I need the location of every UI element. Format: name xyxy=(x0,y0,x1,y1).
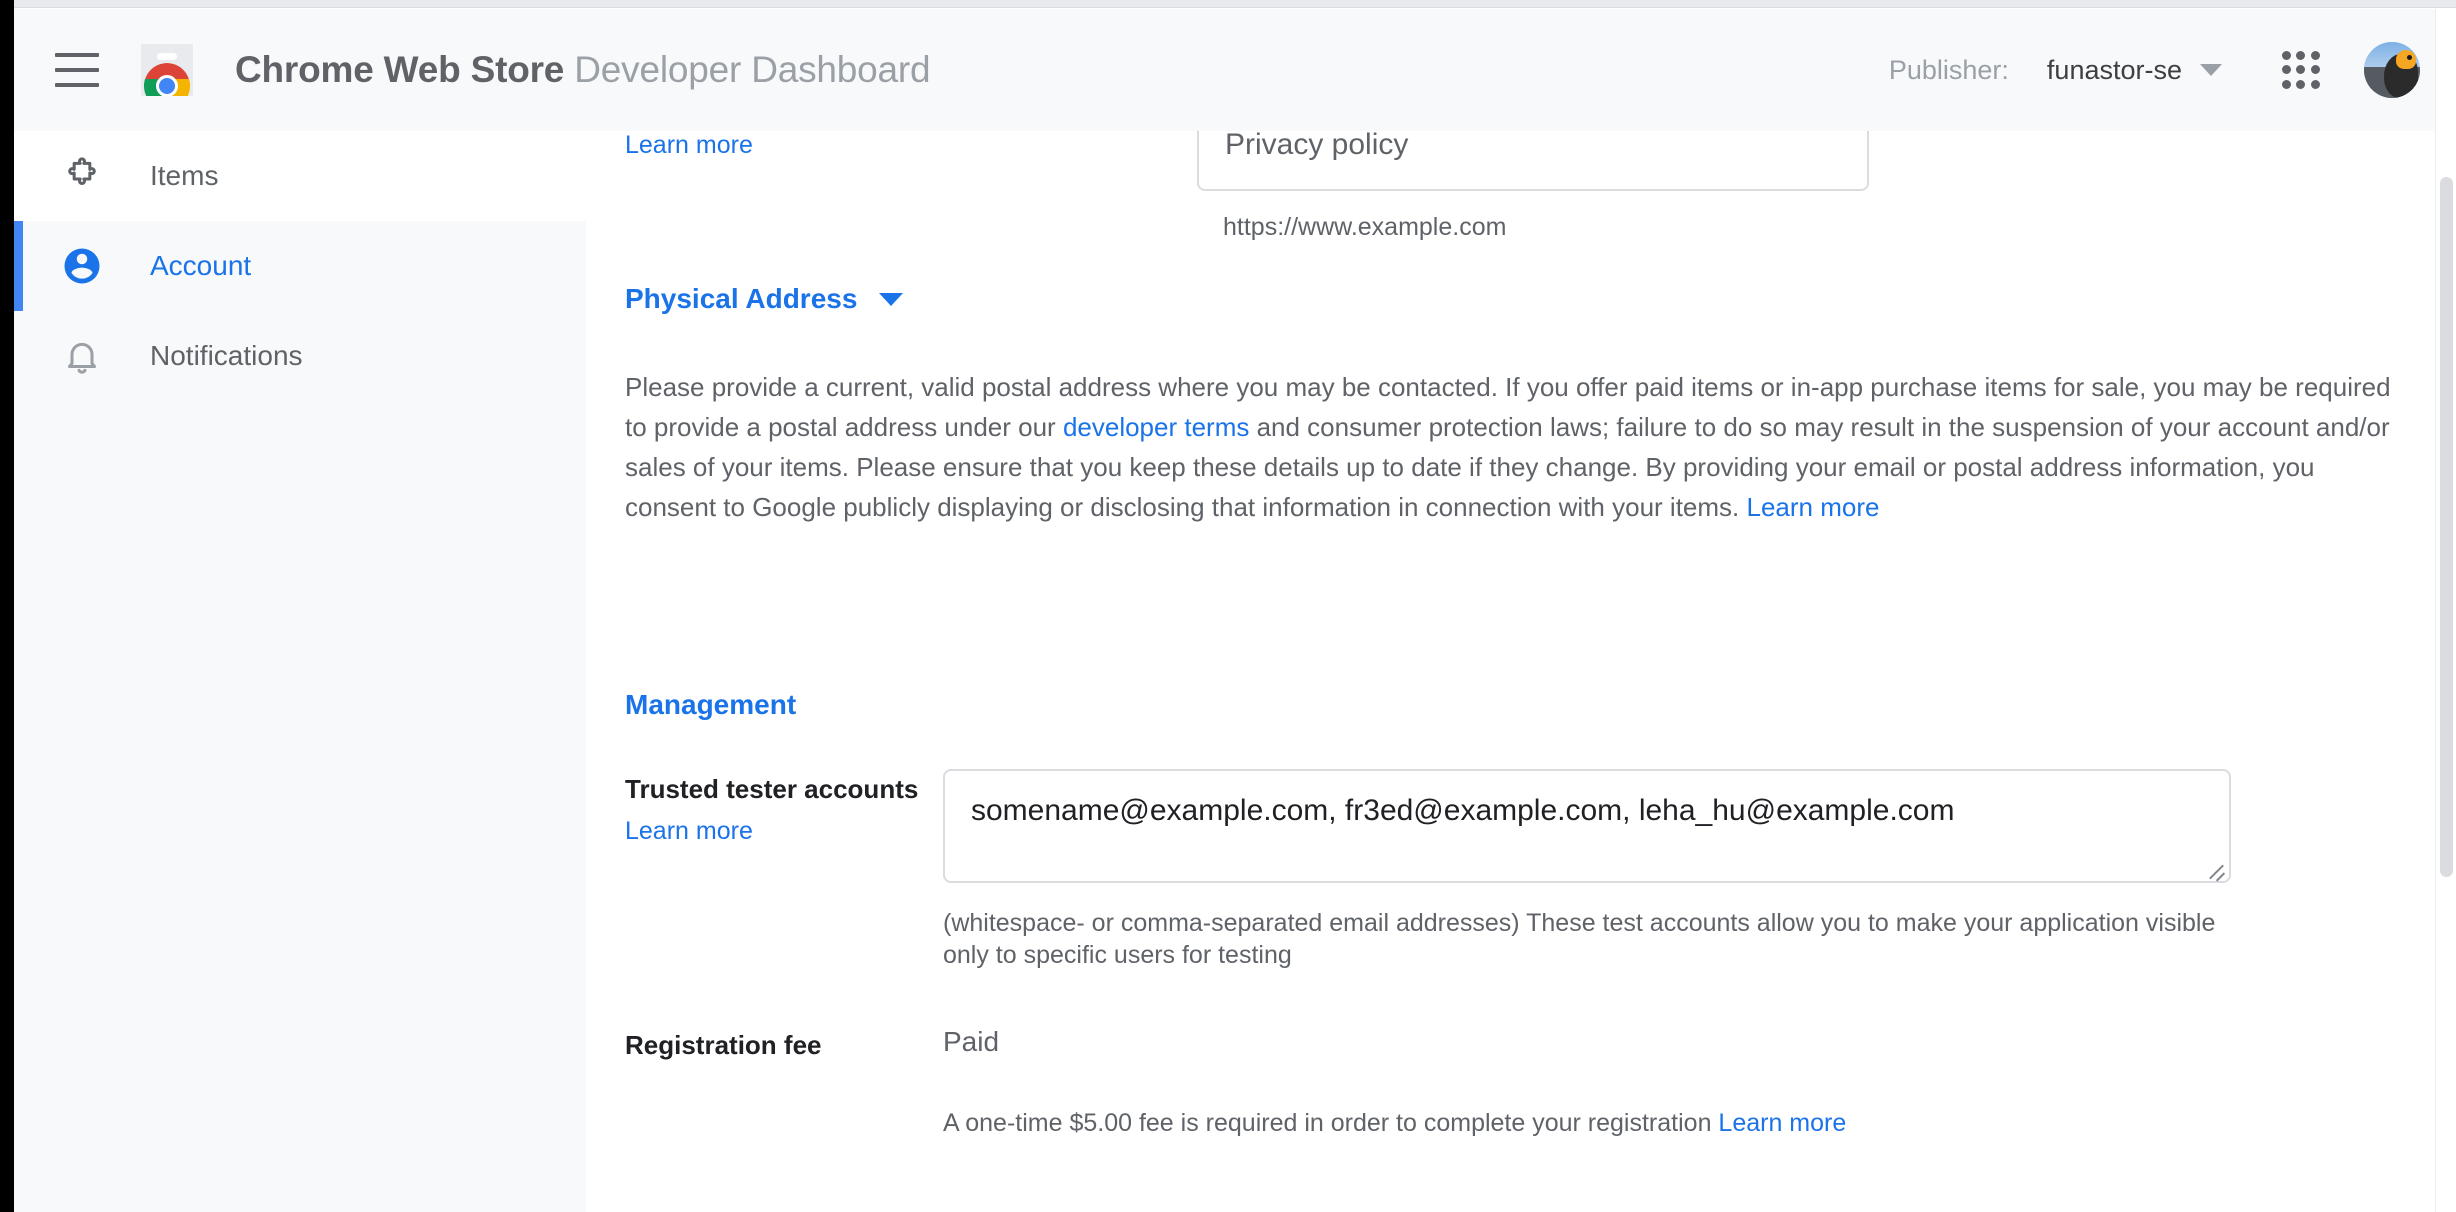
privacy-policy-hint: https://www.example.com xyxy=(1223,213,1507,241)
trusted-tester-label-col: Trusted tester accounts Learn more xyxy=(625,769,943,846)
publisher-label: Publisher: xyxy=(1888,54,2009,85)
sidebar-item-account-label: Account xyxy=(150,250,252,281)
physical-address-paragraph: Please provide a current, valid postal a… xyxy=(625,367,2408,527)
physical-address-heading-toggle[interactable]: Physical Address xyxy=(625,283,2408,315)
registration-fee-value: Paid xyxy=(943,1026,1000,1057)
developer-terms-link[interactable]: developer terms xyxy=(1063,412,1249,442)
hamburger-menu-icon[interactable] xyxy=(55,53,99,87)
puzzle-piece-icon xyxy=(60,154,104,198)
registration-fee-field-col: Paid A one-time $5.00 fee is required in… xyxy=(943,1025,2415,1139)
chevron-down-icon xyxy=(879,292,904,306)
sidebar-item-items-label: Items xyxy=(150,160,219,191)
page-scrollbar[interactable] xyxy=(2435,9,2456,1212)
publisher-selected-value: funastor-se xyxy=(2046,54,2182,85)
sidebar-navigation: Items Account Notifications xyxy=(14,131,586,1212)
privacy-policy-learn-more-link[interactable]: Learn more xyxy=(625,131,753,160)
trusted-tester-field-col: somename@example.com, fr3ed@example.com,… xyxy=(943,769,2415,971)
user-avatar[interactable] xyxy=(2364,42,2420,98)
trusted-tester-label: Trusted tester accounts xyxy=(625,774,919,804)
sidebar-item-items[interactable]: Items xyxy=(14,131,586,221)
physical-address-heading-label: Physical Address xyxy=(625,283,858,314)
page-title-subtitle: Developer Dashboard xyxy=(574,49,931,90)
sidebar-item-notifications-label: Notifications xyxy=(150,340,303,371)
background-window-left-edge xyxy=(0,0,14,1212)
sidebar-item-notifications[interactable]: Notifications xyxy=(14,311,586,401)
trusted-tester-helper-text: (whitespace- or comma-separated email ad… xyxy=(943,909,2216,969)
publisher-dropdown[interactable]: funastor-se xyxy=(2047,55,2222,86)
management-section: Management xyxy=(625,689,796,721)
management-heading-label: Management xyxy=(625,689,797,720)
developer-dashboard-window: https://www.example.com Learn more Physi… xyxy=(14,9,2456,1212)
page-title: Chrome Web Store Developer Dashboard xyxy=(235,48,931,92)
main-content-area: https://www.example.com Learn more Physi… xyxy=(586,9,2456,1212)
physical-address-section: Physical Address Please provide a curren… xyxy=(625,283,2408,527)
background-window-top-edge xyxy=(0,0,2456,8)
app-root: https://www.example.com Learn more Physi… xyxy=(0,0,2456,1212)
registration-fee-note-text: A one-time $5.00 fee is required in orde… xyxy=(943,1109,1719,1137)
bell-icon xyxy=(60,334,104,378)
account-circle-icon xyxy=(60,244,104,288)
physical-address-learn-more-link[interactable]: Learn more xyxy=(1746,492,1879,522)
registration-fee-label-col: Registration fee xyxy=(625,1025,943,1061)
page-scrollbar-thumb[interactable] xyxy=(2440,177,2453,877)
trusted-tester-textarea-wrap: somename@example.com, fr3ed@example.com,… xyxy=(943,769,2231,883)
chrome-web-store-logo xyxy=(141,44,193,96)
management-heading[interactable]: Management xyxy=(625,689,796,721)
sidebar-item-account[interactable]: Account xyxy=(14,221,586,311)
trusted-tester-learn-more-link[interactable]: Learn more xyxy=(625,817,753,846)
chevron-down-icon xyxy=(2200,64,2222,76)
registration-fee-label: Registration fee xyxy=(625,1030,822,1060)
trusted-tester-textarea[interactable]: somename@example.com, fr3ed@example.com,… xyxy=(943,769,2231,883)
google-apps-grid-icon[interactable] xyxy=(2282,51,2320,89)
header-actions: Publisher: funastor-se xyxy=(1889,42,2456,98)
page-title-brand: Chrome Web Store xyxy=(235,49,565,90)
registration-fee-note: A one-time $5.00 fee is required in orde… xyxy=(943,1107,2415,1139)
registration-fee-row: Registration fee Paid A one-time $5.00 f… xyxy=(625,1025,2415,1139)
active-indicator-bar xyxy=(14,221,23,311)
app-header: Chrome Web Store Developer Dashboard Pub… xyxy=(14,9,2456,131)
trusted-tester-row: Trusted tester accounts Learn more somen… xyxy=(625,769,2415,971)
registration-fee-learn-more-link[interactable]: Learn more xyxy=(1718,1109,1846,1137)
